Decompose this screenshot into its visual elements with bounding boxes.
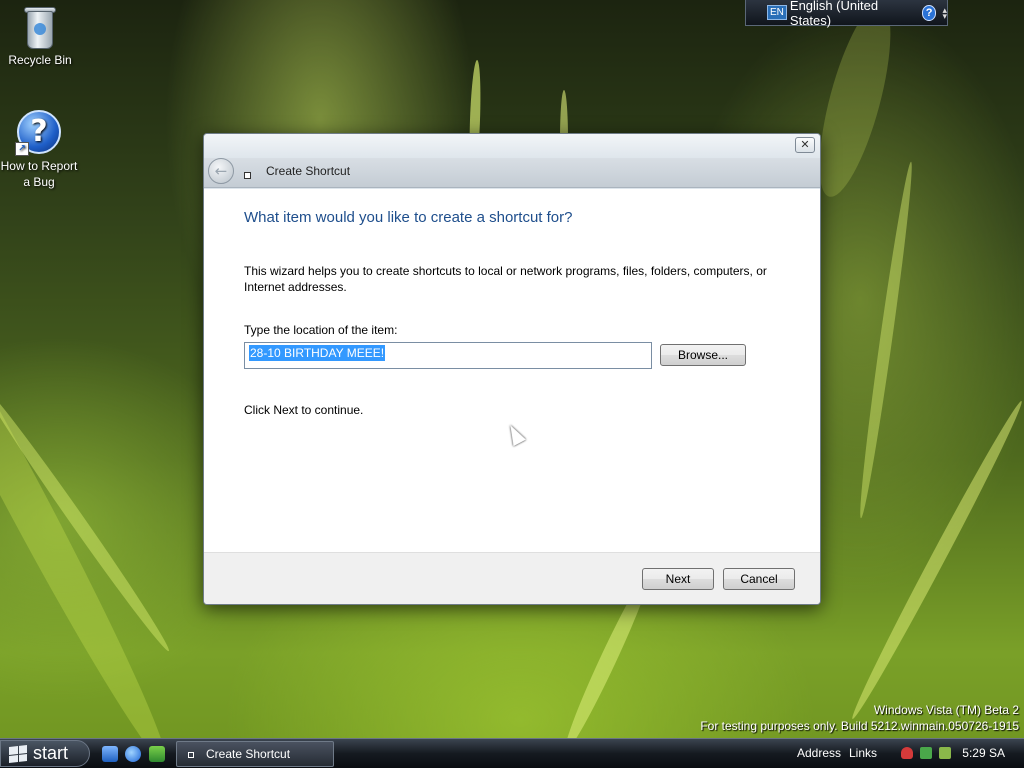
help-icon: ? ↗ — [15, 110, 61, 156]
shortcut-icon — [188, 752, 194, 758]
internet-explorer-icon[interactable] — [125, 746, 141, 762]
links-toolbar[interactable]: Links — [849, 746, 877, 760]
next-button[interactable]: Next — [642, 568, 714, 590]
close-button[interactable]: ✕ — [795, 137, 815, 153]
show-desktop-icon[interactable] — [102, 746, 118, 762]
wizard-nav-bar: ← Create Shortcut — [204, 158, 820, 188]
watermark-line-2: For testing purposes only. Build 5212.wi… — [700, 719, 1019, 733]
shortcut-icon — [244, 172, 251, 179]
desktop-icon-recycle-bin[interactable]: Recycle Bin — [0, 5, 80, 67]
shortcut-arrow-icon: ↗ — [15, 142, 29, 156]
windows-flag-icon — [9, 745, 27, 763]
watermark-line-1: Windows Vista (TM) Beta 2 — [873, 703, 1019, 717]
desktop-icon-report-bug[interactable]: ? ↗ How to Report a Bug — [0, 110, 79, 190]
security-shield-icon[interactable] — [901, 747, 913, 759]
taskbar: start Create Shortcut Address Links 5:29… — [0, 738, 1024, 768]
options-arrows-icon[interactable]: ▴ ▾ — [942, 5, 947, 20]
language-bar[interactable]: EN English (United States) ? ▴ ▾ — [745, 0, 948, 28]
address-toolbar[interactable]: Address — [797, 746, 841, 760]
build-watermark: Windows Vista (TM) Beta 2 For testing pu… — [700, 702, 1019, 734]
browse-button[interactable]: Browse... — [660, 344, 746, 366]
wizard-content: What item would you like to create a sho… — [204, 189, 820, 552]
recycle-bin-icon — [23, 5, 57, 49]
continue-instruction: Click Next to continue. — [244, 403, 364, 417]
desktop-icon-label: How to Report a Bug — [0, 159, 78, 189]
volume-icon[interactable] — [939, 747, 951, 759]
back-arrow-icon[interactable]: ← — [208, 158, 234, 184]
location-label: Type the location of the item: — [244, 323, 398, 337]
help-icon[interactable]: ? — [921, 4, 937, 21]
language-code-badge: EN — [767, 5, 787, 20]
wizard-description: This wizard helps you to create shortcut… — [244, 264, 767, 294]
wizard-heading: What item would you like to create a sho… — [244, 209, 573, 226]
switch-windows-icon[interactable] — [149, 746, 165, 762]
taskbar-item-create-shortcut[interactable]: Create Shortcut — [176, 741, 334, 767]
start-button[interactable]: start — [0, 740, 90, 767]
location-input-value: 28-10 BIRTHDAY MEEE! — [249, 345, 386, 361]
taskbar-item-label: Create Shortcut — [206, 747, 291, 761]
cancel-button[interactable]: Cancel — [723, 568, 795, 590]
system-clock[interactable]: 5:29 SA — [962, 746, 1005, 760]
network-icon[interactable] — [920, 747, 932, 759]
create-shortcut-dialog: ✕ ← Create Shortcut What item would you … — [203, 133, 821, 605]
wizard-title: Create Shortcut — [266, 164, 351, 178]
wizard-footer: Next Cancel — [204, 552, 820, 604]
start-label: start — [33, 743, 69, 763]
location-input[interactable]: 28-10 BIRTHDAY MEEE! — [244, 342, 652, 369]
dialog-titlebar[interactable]: ✕ — [204, 134, 820, 158]
language-name[interactable]: English (United States) — [790, 0, 912, 28]
desktop-icon-label: Recycle Bin — [8, 53, 72, 67]
